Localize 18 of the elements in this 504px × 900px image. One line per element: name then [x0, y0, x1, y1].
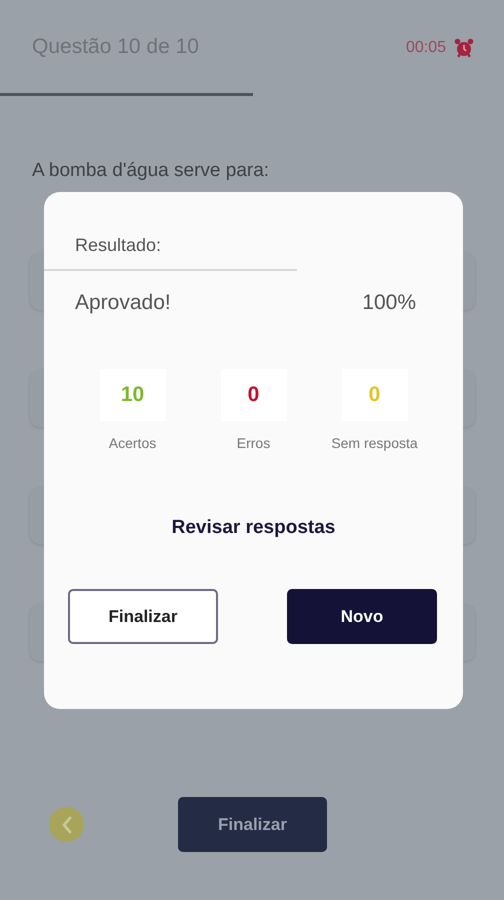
timer: 00:05	[406, 39, 446, 57]
result-verdict: Aprovado!	[75, 291, 171, 315]
stat-value: 10	[100, 369, 166, 421]
question-text: A bomba d'água serve para:	[32, 160, 270, 182]
dialog-title: Resultado:	[75, 235, 162, 256]
stat-label: Acertos	[108, 435, 156, 451]
alarm-clock-icon	[454, 38, 474, 58]
new-quiz-button[interactable]: Novo	[287, 589, 437, 644]
finish-button[interactable]: Finalizar	[178, 797, 327, 852]
score-percent: 100%	[362, 291, 416, 315]
stat-value: 0	[220, 369, 286, 421]
review-answers-link[interactable]: Revisar respostas	[166, 516, 342, 540]
stat-label: Erros	[236, 435, 270, 451]
back-button[interactable]	[49, 807, 84, 842]
chevron-left-icon	[60, 816, 72, 834]
stat-label: Sem resposta	[331, 435, 418, 451]
stat-value: 0	[342, 369, 408, 421]
finish-button[interactable]: Finalizar	[68, 589, 218, 644]
